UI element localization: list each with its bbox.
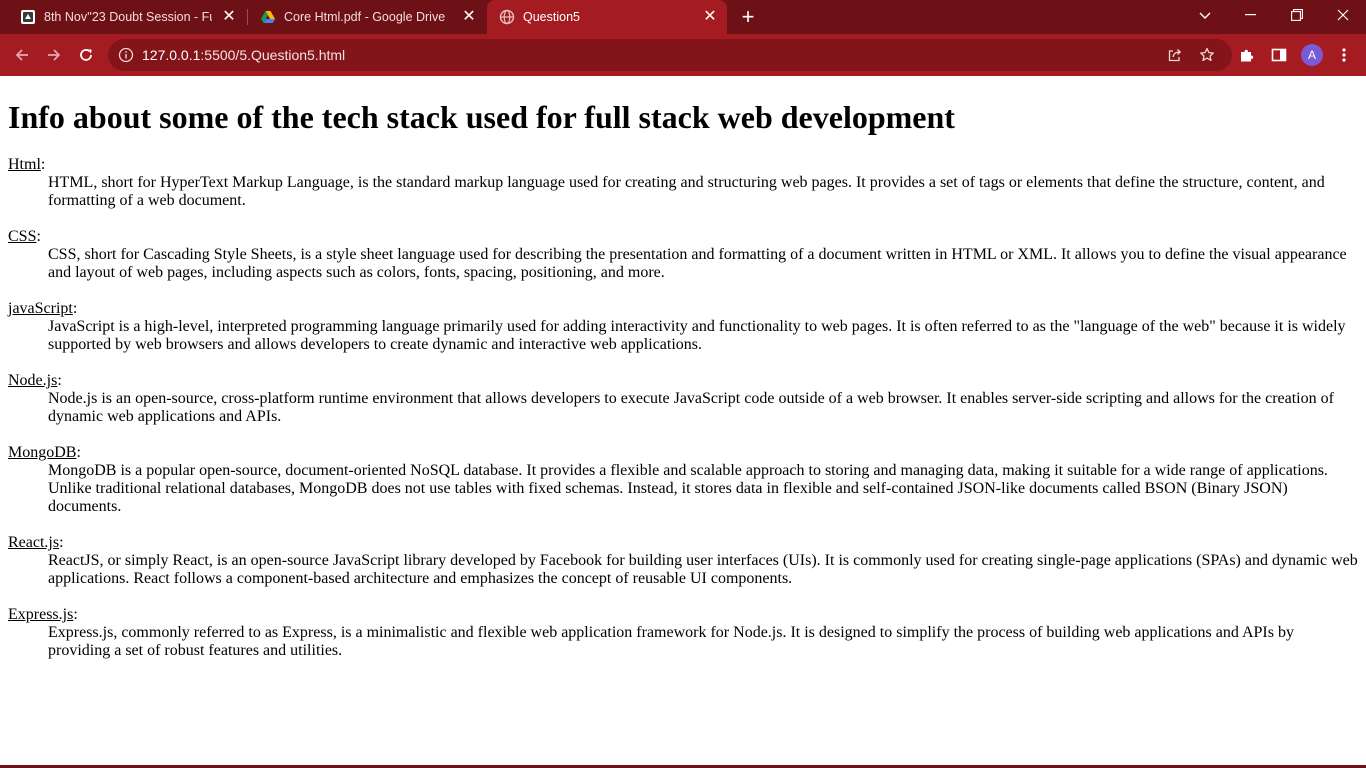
bookmark-star-icon[interactable] [1198,46,1216,64]
description: ReactJS, or simply React, is an open-sou… [48,552,1358,587]
term-link[interactable]: Node.js [8,372,57,389]
share-icon[interactable] [1166,46,1184,64]
close-tab-icon[interactable]: ✕ [701,8,719,26]
description: JavaScript is a high-level, interpreted … [48,318,1346,353]
list-item: javaScript: JavaScript is a high-level, … [8,300,1360,354]
description: HTML, short for HyperText Markup Languag… [48,174,1325,209]
url-text: 127.0.0.1:5500/5.Question5.html [142,46,345,64]
close-tab-icon[interactable]: ✕ [460,8,478,26]
close-window-icon[interactable] [1320,0,1366,30]
term-link[interactable]: javaScript [8,300,73,317]
more-menu-icon[interactable] [1333,44,1355,66]
site-info-icon[interactable] [118,47,134,63]
term-reactjs: React.js: [8,534,64,551]
term-link[interactable]: Express.js [8,606,73,623]
term-link[interactable]: CSS [8,228,36,245]
profile-avatar[interactable]: A [1301,44,1323,66]
term-expressjs: Express.js: [8,606,78,623]
term-javascript: javaScript: [8,300,78,317]
reload-icon[interactable] [72,41,100,69]
minimize-icon[interactable] [1228,0,1274,30]
tab-question5[interactable]: Question5 ✕ [487,0,727,34]
restore-window-icon[interactable] [1274,0,1320,30]
list-item: Node.js: Node.js is an open-source, cros… [8,372,1360,426]
side-panel-icon[interactable] [1268,44,1290,66]
browser-tab-strip: 8th Nov''23 Doubt Session - Full ✕ Core … [0,0,1366,34]
globe-icon [499,9,515,25]
page-content: Info about some of the tech stack used f… [0,77,1366,765]
extensions-puzzle-icon[interactable] [1236,44,1258,66]
list-item: Express.js: Express.js, commonly referre… [8,606,1360,660]
close-tab-icon[interactable]: ✕ [220,8,238,26]
tab-search-chevron-icon[interactable] [1182,0,1228,30]
list-item: MongoDB: MongoDB is a popular open-sourc… [8,444,1360,516]
term-nodejs: Node.js: [8,372,62,389]
tab-doubt-session[interactable]: 8th Nov''23 Doubt Session - Full ✕ [8,0,246,34]
description: Express.js, commonly referred to as Expr… [48,624,1294,659]
tab-title: Core Html.pdf - Google Drive [284,10,446,24]
description: CSS, short for Cascading Style Sheets, i… [48,246,1347,281]
term-link[interactable]: MongoDB [8,444,76,461]
term-mongodb: MongoDB: [8,444,81,461]
tab-title: Question5 [523,10,580,24]
url-path: :5500/5.Question5.html [200,47,346,63]
google-drive-icon [260,9,276,25]
new-tab-plus-icon[interactable]: + [736,5,760,29]
page-favicon-icon [20,9,36,25]
tab-google-drive[interactable]: Core Html.pdf - Google Drive ✕ [248,0,486,34]
tab-title: 8th Nov''23 Doubt Session - Full [44,10,212,24]
forward-arrow-icon[interactable] [40,41,68,69]
term-link[interactable]: React.js [8,534,59,551]
back-arrow-icon[interactable] [8,41,36,69]
tech-stack-list: Html: HTML, short for HyperText Markup L… [8,156,1360,678]
address-bar[interactable]: 127.0.0.1:5500/5.Question5.html [108,39,1232,71]
description: MongoDB is a popular open-source, docume… [48,462,1328,515]
page-heading: Info about some of the tech stack used f… [8,99,955,135]
term-html: Html: [8,156,46,173]
description: Node.js is an open-source, cross-platfor… [48,390,1334,425]
term-link[interactable]: Html [8,156,41,173]
term-css: CSS: [8,228,41,245]
list-item: React.js: ReactJS, or simply React, is a… [8,534,1360,588]
url-host: 127.0.0.1 [142,47,201,63]
list-item: Html: HTML, short for HyperText Markup L… [8,156,1360,210]
list-item: CSS: CSS, short for Cascading Style Shee… [8,228,1360,282]
browser-toolbar: 127.0.0.1:5500/5.Question5.html A [0,34,1366,76]
